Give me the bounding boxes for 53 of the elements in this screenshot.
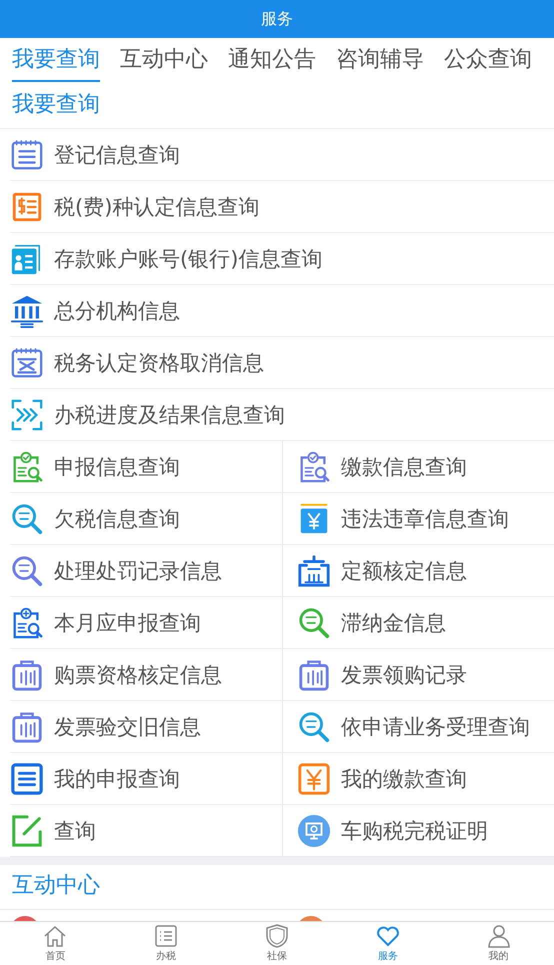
menu-item[interactable]: 税(费)种认定信息查询 [10,181,554,233]
menu-item[interactable]: 我的申报查询 [10,753,282,805]
menu-item[interactable]: 存款账户账号(银行)信息查询 [10,233,554,285]
building-icon [297,554,331,588]
menu-item[interactable]: 滞纳金信息 [282,597,554,649]
heart-icon [376,924,400,948]
page-title: 服务 [261,8,293,30]
monitor-icon [297,814,331,848]
person-icon [486,924,511,948]
nav-tab[interactable]: 社保 [222,922,332,965]
menu-item[interactable]: 发票领购记录 [282,649,554,701]
menu-item[interactable]: 我的缴款查询 [282,753,554,805]
menu-item[interactable]: 总分机构信息 [10,285,554,337]
calendar-list-icon [10,138,44,172]
menu-item[interactable]: 发票验交旧信息 [10,701,282,753]
menu-item[interactable]: 税务认定资格取消信息 [10,337,554,389]
edit-icon [10,814,44,848]
coin-box-icon [297,762,331,796]
shield-icon [264,924,289,948]
search-icon [10,502,44,536]
section-title: 互动中心 [0,865,554,910]
list-icon [154,924,178,948]
nav-tab[interactable]: 服务 [332,922,444,965]
nav-tab[interactable]: 我的 [443,922,554,965]
tab[interactable]: 公众查询 [444,44,532,82]
menu-item[interactable]: 查询 [10,805,282,857]
menu-item[interactable]: 本月应申报查询 [10,597,282,649]
tab[interactable]: 通知公告 [228,44,316,82]
tab[interactable]: 我要查询 [12,44,100,82]
menu-item[interactable]: 申报信息查询 [10,441,282,493]
search-icon [10,554,44,588]
menu-item[interactable]: 办税进度及结果信息查询 [10,389,554,441]
calendar-cross-icon [10,346,44,380]
search-icon [297,606,331,640]
menu-item[interactable]: 依申请业务受理查询 [282,701,554,753]
menu-item[interactable]: 车购税完税证明 [282,805,554,857]
nav-tab[interactable]: 办税 [110,922,222,965]
tab[interactable]: 咨询辅导 [336,44,424,82]
menu-item[interactable]: 缴款信息查询 [282,441,554,493]
chevrons-icon [10,398,44,432]
menu-item[interactable]: 违法违章信息查询 [282,493,554,545]
document-lines-icon [10,762,44,796]
home-icon [43,924,68,948]
search-icon [297,710,331,744]
menu-item[interactable]: 欠税信息查询 [10,493,282,545]
nav-tab[interactable]: 首页 [0,922,111,965]
menu-item[interactable]: 处理处罚记录信息 [10,545,282,597]
bank-icon [10,294,44,328]
menu-item[interactable]: 登记信息查询 [10,129,554,181]
menu-item[interactable]: 定额核定信息 [282,545,554,597]
tab[interactable]: 互动中心 [120,44,208,82]
menu-item[interactable]: 购票资格核定信息 [10,649,282,701]
section-title: 我要查询 [0,84,554,129]
